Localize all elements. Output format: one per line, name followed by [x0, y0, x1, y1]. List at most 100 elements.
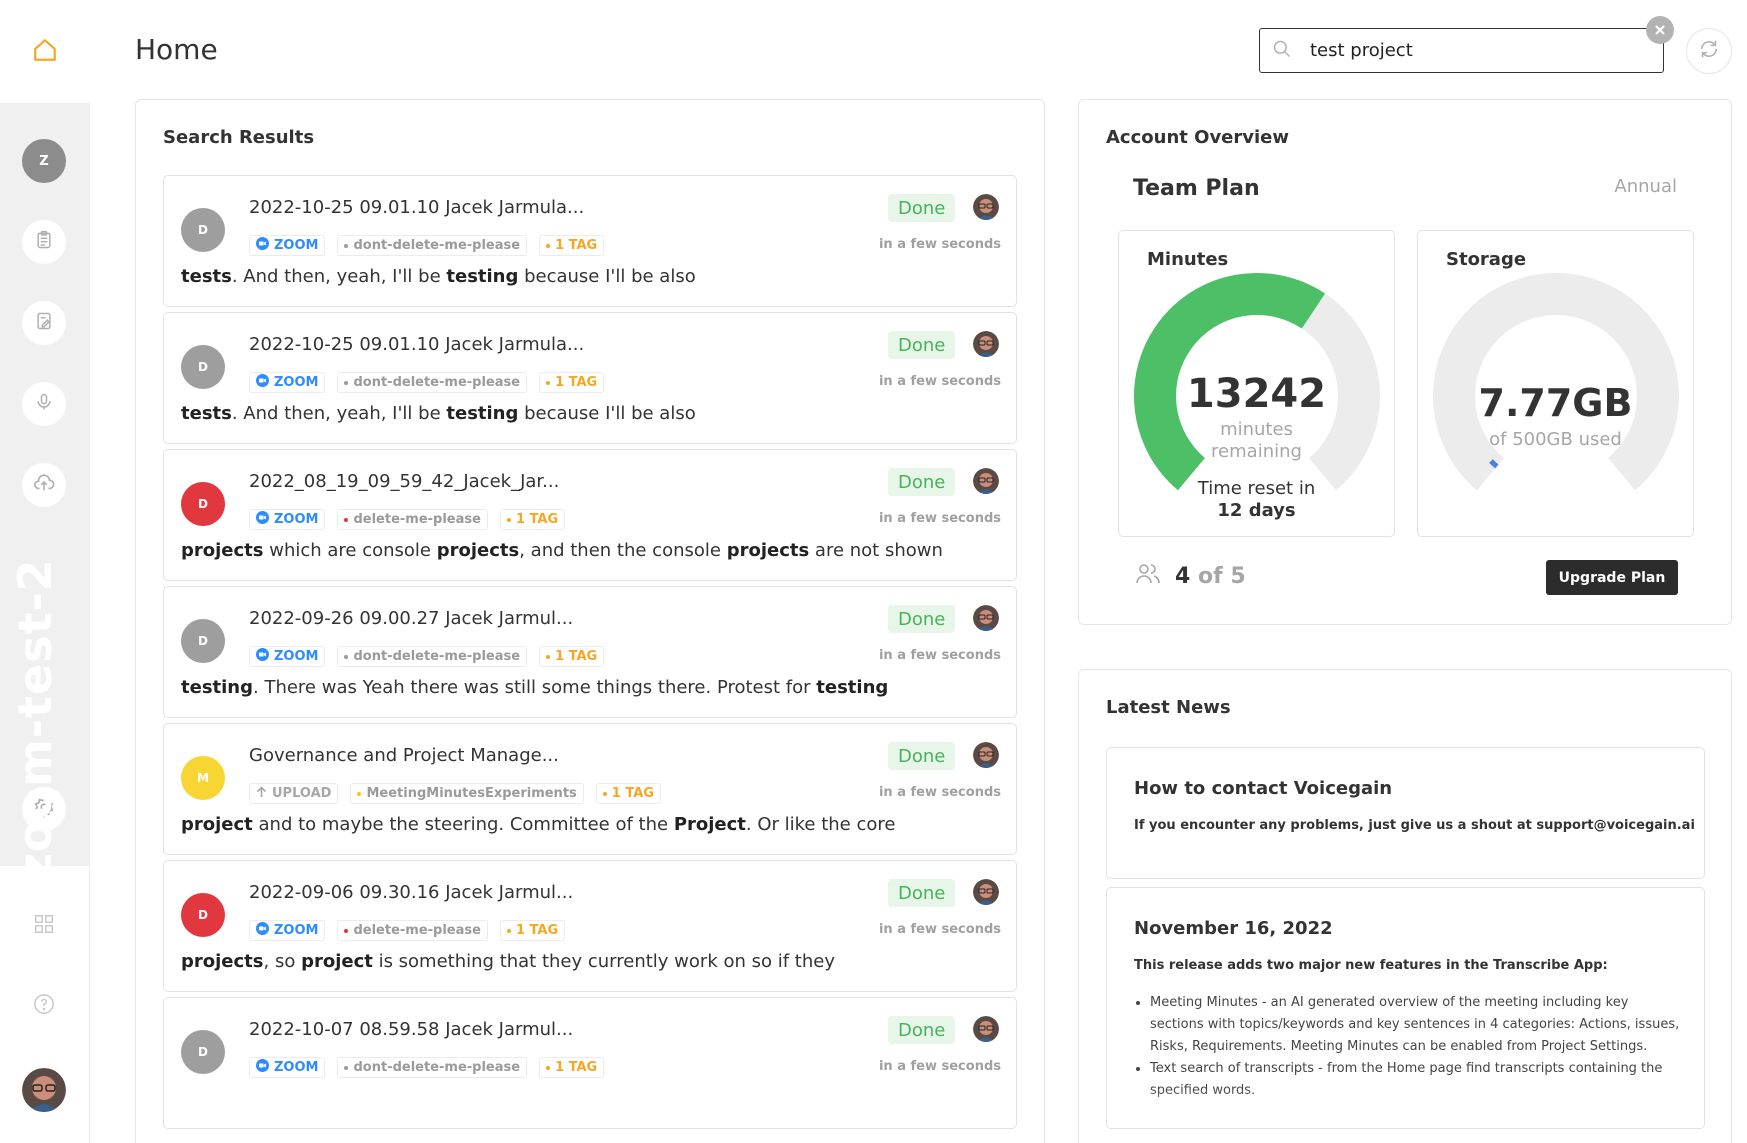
recording-tags: ZOOM dont-delete-me-please 1 TAG — [249, 235, 605, 256]
recording-tags: ZOOM dont-delete-me-please 1 TAG — [249, 1057, 605, 1078]
folder-badge[interactable]: dont-delete-me-please — [337, 235, 528, 256]
plan-period: Annual — [1614, 176, 1677, 197]
status-badge: Done — [888, 742, 956, 770]
home-icon — [32, 37, 58, 67]
storage-card: Storage 7.77GB of 500GB used — [1417, 230, 1694, 537]
latest-news-panel: Latest News How to contact Voicegain If … — [1078, 669, 1732, 1143]
clipboard-icon — [34, 230, 54, 254]
search-result-card[interactable]: M Governance and Project Manage... UPLOAD M… — [163, 723, 1017, 855]
transcript-snippet: testing. There was Yeah there was still … — [181, 677, 888, 698]
search-icon — [1272, 39, 1292, 63]
storage-of-label: of 500GB used — [1489, 429, 1622, 450]
snippet-segment: , and then the console — [519, 540, 727, 561]
document-edit-icon — [34, 311, 54, 335]
recording-avatar: D — [181, 482, 225, 526]
snippet-segment: because I'll be also — [518, 266, 696, 287]
snippet-segment: projects — [436, 540, 520, 561]
workspace-name: zoom-test-2 — [8, 558, 62, 880]
search-input[interactable] — [1310, 40, 1640, 61]
search-result-card[interactable]: D 2022-09-26 09.00.27 Jacek Jarmul... ZOOM… — [163, 586, 1017, 718]
apps-grid-button[interactable] — [30, 912, 58, 940]
transcript-snippet: projects, so project is something that t… — [181, 951, 835, 972]
folder-badge[interactable]: dont-delete-me-please — [337, 372, 528, 393]
recording-time: in a few seconds — [878, 374, 1001, 389]
sidebar-item-upload[interactable] — [22, 463, 66, 507]
recording-title[interactable]: 2022-09-06 09.30.16 Jacek Jarmul... — [249, 882, 573, 903]
snippet-segment: , so — [263, 951, 302, 972]
snippet-segment: projects — [726, 540, 810, 561]
snippet-segment: projects — [181, 540, 264, 561]
snippet-segment: testing — [181, 677, 253, 698]
tag-count-badge[interactable]: 1 TAG — [499, 920, 566, 941]
user-avatar[interactable] — [22, 1068, 66, 1112]
news-bullet: Meeting Minutes - an AI generated overvi… — [1150, 992, 1684, 1058]
refresh-button[interactable] — [1686, 28, 1732, 74]
tag-count-badge[interactable]: 1 TAG — [539, 372, 605, 393]
search-clear-button[interactable] — [1646, 16, 1674, 44]
recording-tags: ZOOM dont-delete-me-please 1 TAG — [249, 646, 605, 667]
recording-time: in a few seconds — [878, 511, 1001, 526]
recording-tags: ZOOM dont-delete-me-please 1 TAG — [249, 372, 605, 393]
search-results-panel: Search Results D 2022-10-25 09.01.10 Jace… — [135, 99, 1045, 1143]
sidebar-item-record[interactable] — [22, 382, 66, 426]
search-result-card[interactable]: D 2022-10-25 09.01.10 Jacek Jarmula... ZOO… — [163, 312, 1017, 444]
search-result-card[interactable]: D 2022_08_19_09_59_42_Jacek_Jar... ZOOM del… — [163, 449, 1017, 581]
workspace-avatar[interactable]: Z — [22, 139, 66, 183]
recording-tags: ZOOM delete-me-please 1 TAG — [249, 509, 566, 530]
tag-count-badge[interactable]: 1 TAG — [499, 509, 566, 530]
search-result-card[interactable]: D 2022-10-07 08.59.58 Jacek Jarmul... ZOOM… — [163, 997, 1017, 1129]
tag-count-badge[interactable]: 1 TAG — [539, 1057, 605, 1078]
status-badge: Done — [888, 468, 956, 496]
account-overview-panel: Account Overview Team Plan Annual Minute… — [1078, 99, 1732, 625]
folder-badge[interactable]: dont-delete-me-please — [337, 646, 528, 667]
sidebar-item-tasks[interactable] — [22, 220, 66, 264]
recording-title[interactable]: 2022-10-25 09.01.10 Jacek Jarmula... — [249, 197, 584, 218]
folder-dot — [357, 791, 362, 796]
search-results-list[interactable]: D 2022-10-25 09.01.10 Jacek Jarmula... ZOO… — [163, 175, 1023, 1143]
folder-badge[interactable]: delete-me-please — [337, 509, 488, 530]
tag-count-badge[interactable]: 1 TAG — [539, 235, 605, 256]
search-field[interactable] — [1259, 28, 1664, 73]
folder-dot — [344, 380, 349, 385]
folder-dot — [344, 243, 349, 248]
close-icon — [1654, 21, 1666, 40]
recording-title[interactable]: 2022_08_19_09_59_42_Jacek_Jar... — [249, 471, 559, 492]
recording-title[interactable]: Governance and Project Manage... — [249, 745, 559, 766]
folder-badge[interactable]: MeetingMinutesExperiments — [350, 783, 584, 804]
folder-dot — [344, 1065, 349, 1070]
search-result-card[interactable]: D 2022-09-06 09.30.16 Jacek Jarmul... ZOOM… — [163, 860, 1017, 992]
recording-avatar: D — [181, 345, 225, 389]
snippet-segment: project — [181, 814, 253, 835]
help-button[interactable] — [30, 992, 58, 1020]
folder-dot — [344, 517, 349, 522]
recording-tags: ZOOM delete-me-please 1 TAG — [249, 920, 566, 941]
minutes-title: Minutes — [1147, 249, 1229, 270]
tag-count-badge[interactable]: 1 TAG — [595, 783, 661, 804]
source-badge: ZOOM — [249, 920, 326, 941]
grid-icon — [33, 913, 55, 939]
owner-avatar — [973, 194, 999, 220]
sidebar-item-documents[interactable] — [22, 301, 66, 345]
sidebar-home[interactable] — [0, 0, 90, 103]
folder-dot — [344, 928, 349, 933]
recording-time: in a few seconds — [878, 1059, 1001, 1074]
zoom-icon — [256, 648, 269, 665]
folder-badge[interactable]: delete-me-please — [337, 920, 488, 941]
news-fade — [1107, 1088, 1704, 1128]
news-text: This release adds two major new features… — [1134, 958, 1608, 973]
folder-badge[interactable]: dont-delete-me-please — [337, 1057, 528, 1078]
owner-avatar — [973, 742, 999, 768]
transcript-snippet: projects which are console projects, and… — [181, 540, 943, 561]
snippet-segment: testing — [816, 677, 889, 698]
tag-dot — [602, 791, 607, 796]
news-heading: How to contact Voicegain — [1134, 778, 1393, 799]
search-result-card[interactable]: D 2022-10-25 09.01.10 Jacek Jarmula... ZOO… — [163, 175, 1017, 307]
recording-title[interactable]: 2022-10-25 09.01.10 Jacek Jarmula... — [249, 334, 584, 355]
news-text: If you encounter any problems, just give… — [1134, 818, 1695, 833]
source-badge: ZOOM — [249, 372, 326, 393]
upgrade-plan-button[interactable]: Upgrade Plan — [1546, 560, 1678, 595]
recording-title[interactable]: 2022-09-26 09.00.27 Jacek Jarmul... — [249, 608, 573, 629]
users-icon — [1135, 562, 1161, 590]
tag-count-badge[interactable]: 1 TAG — [539, 646, 605, 667]
recording-title[interactable]: 2022-10-07 08.59.58 Jacek Jarmul... — [249, 1019, 573, 1040]
